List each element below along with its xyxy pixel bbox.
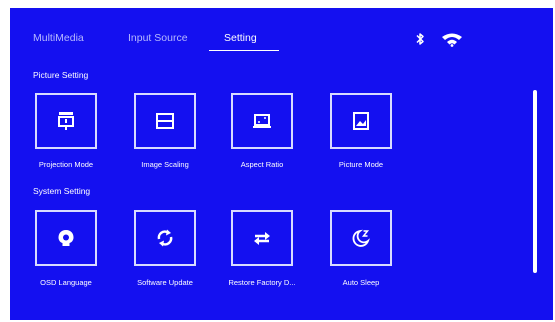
- restore-factory-tile[interactable]: [231, 210, 293, 266]
- software-update-tile[interactable]: [134, 210, 196, 266]
- picture-mode-label: Picture Mode: [338, 160, 384, 169]
- projection-mode-label: Projection Mode: [38, 160, 94, 169]
- image-scaling-tile[interactable]: [134, 93, 196, 149]
- tab-multimedia[interactable]: MultiMedia: [33, 32, 84, 44]
- aspect-ratio-icon: [253, 114, 271, 128]
- osd-language-label: OSD Language: [40, 278, 92, 287]
- projection-mode-tile[interactable]: [35, 93, 97, 149]
- active-tab-underline: [209, 50, 279, 51]
- system-setting-title: System Setting: [33, 186, 91, 196]
- auto-sleep-tile[interactable]: [330, 210, 392, 266]
- bluetooth-icon: [416, 33, 424, 45]
- aspect-ratio-label: Aspect Ratio: [240, 160, 284, 169]
- osd-language-icon: [58, 230, 74, 246]
- wifi-icon: [442, 33, 462, 47]
- projection-mode-icon: [58, 112, 74, 130]
- picture-mode-tile[interactable]: [330, 93, 392, 149]
- auto-sleep-icon: [352, 229, 370, 247]
- picture-mode-icon: [353, 112, 369, 130]
- software-update-icon: [157, 229, 173, 247]
- auto-sleep-label: Auto Sleep: [342, 278, 380, 287]
- tab-input-source[interactable]: Input Source: [128, 32, 188, 44]
- osd-language-tile[interactable]: [35, 210, 97, 266]
- image-scaling-label: Image Scaling: [141, 160, 189, 169]
- picture-setting-title: Picture Setting: [33, 70, 89, 80]
- settings-screen: MultiMedia Input Source Setting Picture …: [10, 8, 553, 320]
- restore-factory-label: Restore Factory D...: [228, 278, 296, 287]
- image-scaling-icon: [156, 113, 174, 129]
- scrollbar[interactable]: [533, 90, 537, 273]
- restore-factory-icon: [254, 232, 270, 245]
- aspect-ratio-tile[interactable]: [231, 93, 293, 149]
- tab-setting[interactable]: Setting: [224, 32, 257, 44]
- software-update-label: Software Update: [137, 278, 193, 287]
